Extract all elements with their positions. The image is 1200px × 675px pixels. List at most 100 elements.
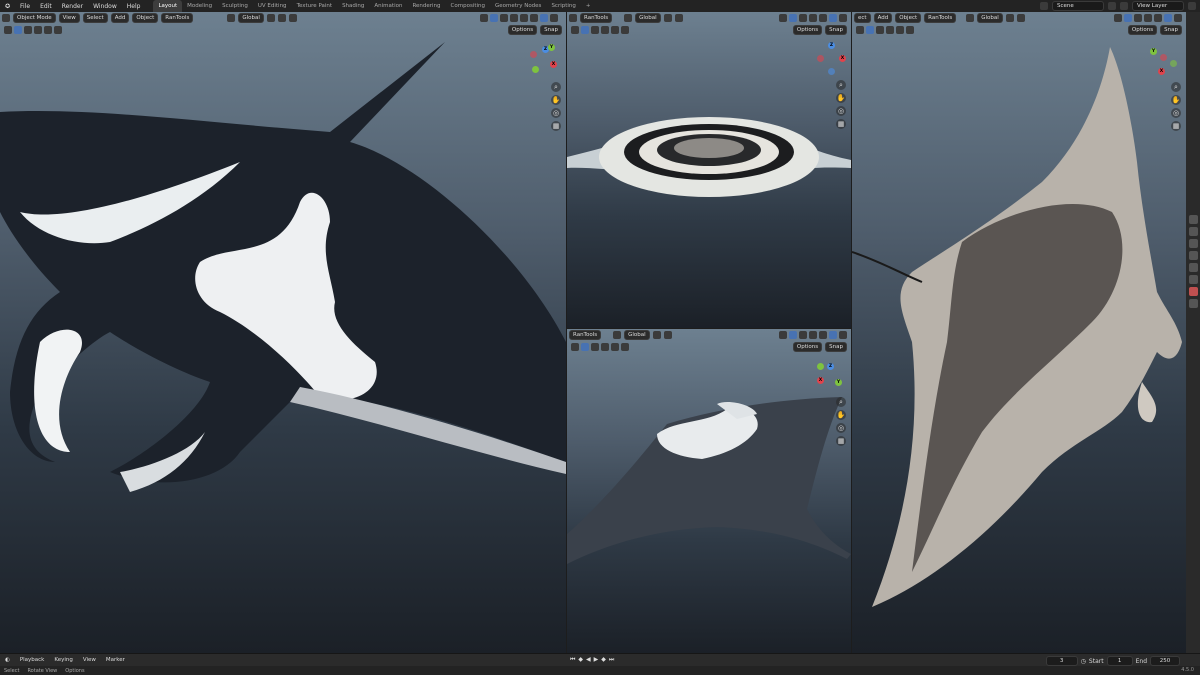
- axis-neg-y-icon[interactable]: [532, 66, 539, 73]
- pan-hand-icon[interactable]: ✋: [836, 410, 846, 420]
- axis-x-icon[interactable]: X: [839, 55, 846, 62]
- zoom-icon[interactable]: ⌕: [836, 80, 846, 90]
- zoom-icon[interactable]: ⌕: [1171, 82, 1181, 92]
- menu-rantools[interactable]: RanTools: [569, 330, 602, 340]
- xray-icon[interactable]: [510, 14, 518, 22]
- menu-rantools[interactable]: RanTools: [161, 13, 194, 23]
- menu-timeline-view[interactable]: View: [78, 657, 101, 663]
- axis-z-icon[interactable]: Z: [828, 42, 835, 49]
- gizmo-toggle-icon[interactable]: [789, 331, 797, 339]
- select-box-icon[interactable]: [581, 342, 589, 351]
- options-dropdown[interactable]: Options: [792, 342, 823, 352]
- select-intersect-icon[interactable]: [54, 25, 62, 34]
- axis-neg-x-icon[interactable]: [817, 55, 824, 62]
- material-shading-icon[interactable]: [829, 331, 837, 339]
- tab-compositing[interactable]: Compositing: [446, 0, 490, 12]
- scene-field[interactable]: Scene: [1052, 1, 1104, 11]
- snap-button[interactable]: Snap: [825, 25, 847, 35]
- menu-select[interactable]: Select: [82, 13, 108, 23]
- tab-uv-editing[interactable]: UV Editing: [253, 0, 292, 12]
- transform-orientation-icon[interactable]: [613, 331, 622, 339]
- blender-logo-icon[interactable]: ✪: [0, 3, 15, 10]
- toolbar-toggle-icon[interactable]: [571, 25, 579, 34]
- navigation-gizmo[interactable]: Y X: [1150, 46, 1180, 76]
- solid-shading-icon[interactable]: [530, 14, 538, 22]
- orientation-dropdown[interactable]: Global: [238, 13, 264, 23]
- select-box-icon[interactable]: [866, 25, 874, 34]
- rendered-shading-icon[interactable]: [550, 14, 558, 22]
- axis-y-icon[interactable]: Y: [548, 44, 555, 51]
- gizmo-toggle-icon[interactable]: [789, 14, 797, 22]
- axis-neg-y-icon[interactable]: Y: [835, 379, 842, 386]
- tab-modeling[interactable]: Modeling: [182, 0, 217, 12]
- select-intersect-icon[interactable]: [621, 342, 629, 351]
- view-layer-field[interactable]: View Layer: [1132, 1, 1184, 11]
- play-icon[interactable]: ▶: [594, 656, 599, 664]
- options-dropdown[interactable]: Options: [792, 25, 823, 35]
- orientation-dropdown[interactable]: Global: [635, 13, 661, 23]
- camera-view-icon[interactable]: ◎: [1171, 108, 1181, 118]
- toolbar-toggle-icon[interactable]: [4, 25, 12, 34]
- pan-hand-icon[interactable]: ✋: [1171, 95, 1181, 105]
- ortho-grid-icon[interactable]: ▦: [836, 119, 846, 129]
- select-invert-icon[interactable]: [44, 25, 52, 34]
- wireframe-shading-icon[interactable]: [809, 14, 817, 22]
- overlay-icon[interactable]: [799, 331, 807, 339]
- zoom-icon[interactable]: ⌕: [551, 82, 561, 92]
- clock-icon[interactable]: ◷: [1081, 658, 1086, 665]
- menu-keying[interactable]: Keying: [49, 657, 77, 663]
- menu-object[interactable]: Object: [132, 13, 159, 23]
- select-box-icon[interactable]: [581, 25, 589, 34]
- wireframe-shading-icon[interactable]: [520, 14, 528, 22]
- wireframe-shading-icon[interactable]: [809, 331, 817, 339]
- scene-properties-icon[interactable]: [1188, 263, 1198, 272]
- rendered-shading-icon[interactable]: [839, 14, 847, 22]
- pivot-icon[interactable]: [266, 14, 275, 22]
- menu-playback[interactable]: Playback: [15, 657, 50, 663]
- scene-icon[interactable]: [1040, 2, 1048, 10]
- proportional-edit-icon[interactable]: [288, 14, 297, 22]
- ortho-grid-icon[interactable]: ▦: [551, 121, 561, 131]
- select-box-icon[interactable]: [14, 25, 22, 34]
- camera-view-icon[interactable]: ◎: [836, 423, 846, 433]
- menu-select-partial[interactable]: ect: [854, 13, 871, 23]
- render-properties-icon[interactable]: [1188, 227, 1198, 236]
- select-subtract-icon[interactable]: [34, 25, 42, 34]
- overlay-icon[interactable]: [500, 14, 508, 22]
- select-subtract-icon[interactable]: [886, 25, 894, 34]
- gizmo-toggle-icon[interactable]: [1124, 14, 1132, 22]
- viewport-side[interactable]: RanTools Global Options Snap Z X Y ⌕ ✋ ◎…: [567, 329, 851, 653]
- snap-icon[interactable]: [277, 14, 286, 22]
- axis-z-icon[interactable]: Z: [827, 363, 834, 370]
- select-intersect-icon[interactable]: [621, 25, 629, 34]
- menu-marker[interactable]: Marker: [101, 657, 130, 663]
- snap-button[interactable]: Snap: [1160, 25, 1182, 35]
- select-invert-icon[interactable]: [611, 342, 619, 351]
- snap-button[interactable]: Snap: [825, 342, 847, 352]
- tab-sculpting[interactable]: Sculpting: [217, 0, 253, 12]
- visibility-icon[interactable]: [779, 14, 787, 22]
- solid-shading-icon[interactable]: [1154, 14, 1162, 22]
- snap-icon[interactable]: [663, 331, 672, 339]
- editor-type-icon[interactable]: [2, 14, 10, 22]
- ortho-grid-icon[interactable]: ▦: [836, 436, 846, 446]
- menu-render[interactable]: Render: [57, 3, 88, 10]
- menu-rantools[interactable]: RanTools: [924, 13, 957, 23]
- material-shading-icon[interactable]: [829, 14, 837, 22]
- jump-end-icon[interactable]: ⏭: [609, 656, 614, 664]
- camera-view-icon[interactable]: ◎: [551, 108, 561, 118]
- snap-icon[interactable]: [674, 14, 683, 22]
- menu-edit[interactable]: Edit: [35, 3, 57, 10]
- next-keyframe-icon[interactable]: ◆: [601, 656, 606, 664]
- output-properties-icon[interactable]: [1188, 239, 1198, 248]
- select-extend-icon[interactable]: [591, 342, 599, 351]
- pan-hand-icon[interactable]: ✋: [551, 95, 561, 105]
- select-subtract-icon[interactable]: [601, 342, 609, 351]
- visibility-icon[interactable]: [480, 14, 488, 22]
- toolbar-toggle-icon[interactable]: [571, 342, 579, 351]
- zoom-icon[interactable]: ⌕: [836, 397, 846, 407]
- visibility-icon[interactable]: [1114, 14, 1122, 22]
- jump-start-icon[interactable]: ⏮: [570, 656, 575, 664]
- tool-properties-icon[interactable]: [1188, 215, 1198, 224]
- prev-keyframe-icon[interactable]: ◆: [578, 656, 583, 664]
